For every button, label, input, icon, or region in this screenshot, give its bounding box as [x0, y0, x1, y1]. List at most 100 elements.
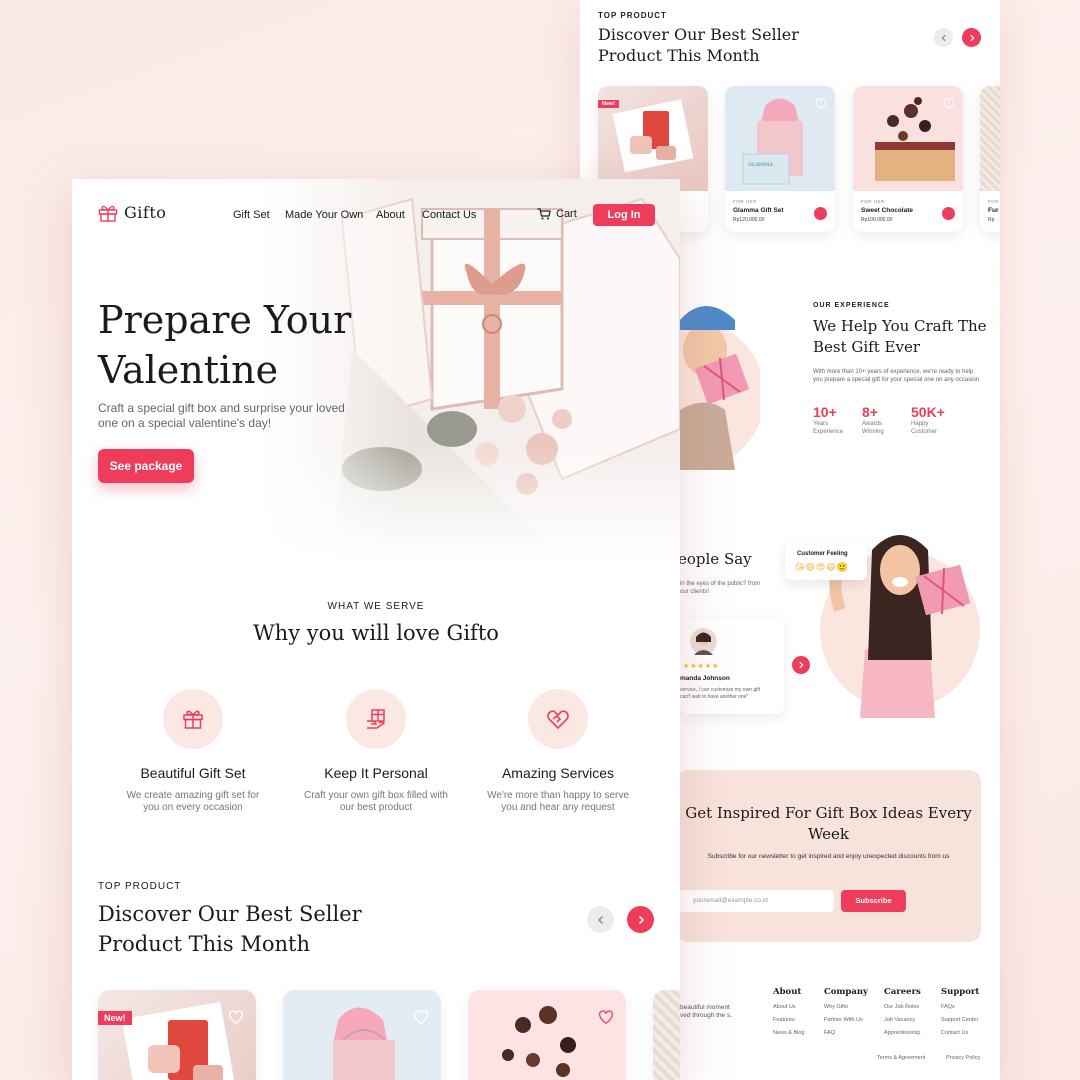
- chevron-right-icon: [969, 34, 974, 41]
- footer-column-support: Support FAQs Support Center Contact Us: [941, 987, 979, 1043]
- footer-link[interactable]: Support Center: [941, 1017, 979, 1023]
- add-to-cart-button[interactable]: [814, 207, 827, 220]
- footer-link[interactable]: FAQs: [941, 1004, 979, 1010]
- product-card[interactable]: GLAMMA FOR HER Glamma Gift Set Rp120.000…: [725, 86, 835, 232]
- subscribe-button[interactable]: Subscribe: [841, 890, 906, 912]
- next-button[interactable]: [962, 28, 981, 47]
- serve-eyebrow: WHAT WE SERVE: [327, 601, 425, 612]
- feature-keep-personal: Keep It Personal Craft your own gift box…: [286, 689, 466, 814]
- footer-link[interactable]: Our Job Roles: [884, 1004, 921, 1010]
- testimonial-title: eople Say: [678, 550, 752, 568]
- footer-column-title: Company: [824, 987, 868, 997]
- stat-value: 8+: [862, 404, 878, 420]
- product-card[interactable]: [468, 990, 626, 1080]
- product-card[interactable]: New!: [98, 990, 256, 1080]
- stat-years: 10+ Years Experience: [813, 404, 853, 436]
- front-page: Gifto Gift Set Made Your Own About Conta…: [72, 179, 680, 1080]
- gift-icon: [183, 710, 203, 729]
- stat-label: Happy Customer: [911, 421, 938, 435]
- new-badge: New!: [598, 100, 620, 108]
- heart-icon[interactable]: [228, 1010, 244, 1024]
- feature-amazing-services: Amazing Services We're more than happy t…: [468, 689, 648, 814]
- feature-title: Amazing Services: [501, 765, 615, 781]
- next-button[interactable]: [627, 906, 654, 933]
- review-card: ★★★★★ manda Johnson service, I can custo…: [680, 618, 784, 714]
- cart-icon: [537, 208, 551, 220]
- prev-button[interactable]: [934, 28, 953, 47]
- new-badge: New!: [98, 1011, 132, 1025]
- heart-icon[interactable]: [815, 98, 827, 109]
- customer-feeling-title: Customer Feeling: [797, 551, 848, 557]
- experience-desc: With more than 10+ years of experience, …: [813, 369, 980, 383]
- heart-icon[interactable]: [943, 98, 955, 109]
- product-image: [980, 86, 1000, 191]
- product-price: Rp120.000,00: [733, 217, 765, 223]
- footer-link[interactable]: Job Vacancy: [884, 1017, 921, 1023]
- stat-customers: 50K+ Happy Customer: [911, 404, 951, 436]
- footer-link[interactable]: Features: [773, 1017, 805, 1023]
- product-card[interactable]: FOR HER Sweet Chocolate Rp100.000,00: [853, 86, 963, 232]
- footer-link[interactable]: About Us: [773, 1004, 805, 1010]
- product-price: Rp: [988, 217, 995, 223]
- nav-made-your-own[interactable]: Made Your Own: [285, 209, 363, 221]
- serve-title: Why you will love Gifto: [253, 621, 499, 645]
- footer-link[interactable]: News & Blog: [773, 1030, 805, 1036]
- product-card[interactable]: [283, 990, 441, 1080]
- svg-text:GLAMMA: GLAMMA: [748, 162, 773, 168]
- stat-awards: 8+ Awards Winning: [862, 404, 902, 436]
- customer-feeling-card: Customer Feeling 😘😄😍😄🙂: [785, 543, 867, 580]
- chevron-right-icon: [638, 915, 644, 924]
- email-input[interactable]: youremail@example.co.id: [676, 890, 834, 912]
- heart-icon[interactable]: [598, 1010, 614, 1024]
- product-name: Sweet Chocolate: [861, 207, 914, 214]
- feature-title: Beautiful Gift Set: [140, 765, 246, 781]
- see-package-button[interactable]: See package: [98, 449, 194, 483]
- nav-contact-us[interactable]: Contact Us: [422, 209, 476, 221]
- footer-column-company: Company Why Gifto Partner With Us FAQ: [824, 987, 868, 1043]
- experience-title: We Help You Craft The Best Gift Ever: [813, 317, 987, 356]
- terms-link[interactable]: Terms & Agreement: [877, 1055, 925, 1061]
- privacy-link[interactable]: Privacy Policy: [946, 1055, 980, 1061]
- top-product-title: Discover Our Best Seller Product This Mo…: [598, 25, 799, 65]
- emoji-rating: 😘😄😍😄🙂: [795, 562, 849, 572]
- heart-icon[interactable]: [413, 1010, 429, 1024]
- avatar: [690, 628, 717, 655]
- cart-link[interactable]: Cart: [537, 208, 577, 220]
- stat-value: 10+: [813, 404, 837, 420]
- footer-link[interactable]: Partner With Us: [824, 1017, 868, 1023]
- footer-link[interactable]: FAQ: [824, 1030, 868, 1036]
- footer-column-about: About About Us Features News & Blog: [773, 987, 805, 1043]
- product-card[interactable]: [653, 990, 680, 1080]
- testimonial-desc: in the eyes of the public? from our clie…: [680, 581, 761, 595]
- experience-eyebrow: OUR EXPERIENCE: [813, 302, 890, 309]
- prev-button[interactable]: [587, 906, 614, 933]
- add-to-cart-button[interactable]: [942, 207, 955, 220]
- review-text: service, I can customize my own gift can…: [680, 687, 761, 700]
- feature-icon-circle: [346, 689, 406, 749]
- star-rating: ★★★★★: [683, 663, 720, 670]
- footer-link[interactable]: Apprenticeship: [884, 1030, 921, 1036]
- testimonial-next-button[interactable]: [792, 656, 810, 674]
- footer-link[interactable]: Contact Us: [941, 1030, 979, 1036]
- footer-link[interactable]: Why Gifto: [824, 1004, 868, 1010]
- product-name: Glamma Gift Set: [733, 207, 784, 214]
- product-name: Fur: [988, 207, 999, 214]
- footer-column-title: Careers: [884, 987, 921, 997]
- gift-logo-icon: [98, 205, 118, 222]
- reviewer-name: manda Johnson: [680, 675, 730, 682]
- experience-photo: [680, 306, 760, 470]
- footer-column-careers: Careers Our Job Roles Job Vacancy Appren…: [884, 987, 921, 1043]
- cart-label: Cart: [556, 208, 577, 220]
- login-button[interactable]: Log In: [593, 204, 655, 226]
- product-category: FOR HER: [733, 199, 757, 204]
- product-photo: [333, 1007, 395, 1080]
- footer-tagline: beautiful moment ved through the s.: [680, 1004, 733, 1019]
- logo[interactable]: Gifto: [98, 203, 166, 222]
- nav-gift-set[interactable]: Gift Set: [233, 209, 270, 221]
- newsletter-section: Get Inspired For Gift Box Ideas Every We…: [676, 770, 981, 942]
- stat-label: Years Experience: [813, 421, 844, 435]
- top-product-eyebrow: TOP PRODUCT: [98, 881, 182, 892]
- product-card[interactable]: FOR Fur Rp: [980, 86, 1000, 232]
- product-price: Rp100.000,00: [861, 217, 893, 223]
- nav-about[interactable]: About: [376, 209, 405, 221]
